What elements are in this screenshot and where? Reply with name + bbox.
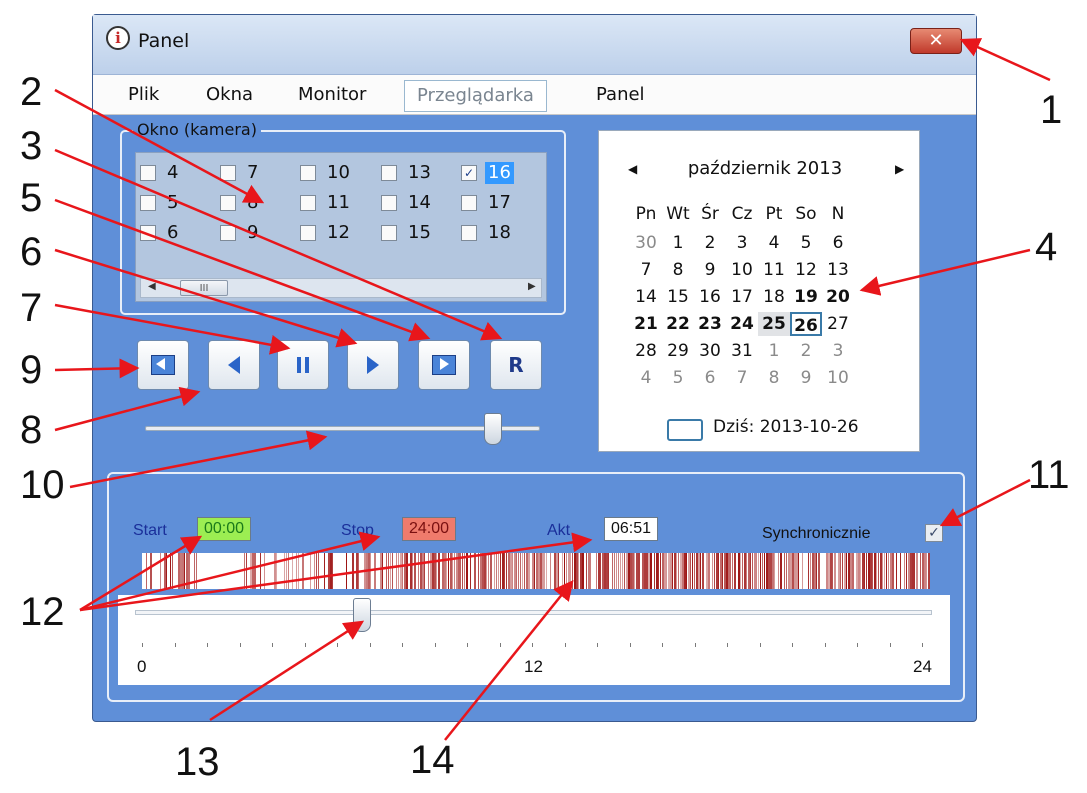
callout-14: 14	[410, 738, 455, 782]
callout-9: 9	[20, 348, 43, 392]
callout-7: 7	[20, 286, 43, 330]
callout-5: 5	[20, 176, 43, 220]
callout-1: 1	[1040, 88, 1063, 132]
callout-6: 6	[20, 230, 43, 274]
callout-3: 3	[20, 124, 43, 168]
callout-13: 13	[175, 740, 220, 784]
callout-8: 8	[20, 408, 43, 452]
callout-11: 11	[1028, 453, 1070, 497]
callout-12: 12	[20, 590, 65, 634]
callout-4: 4	[1035, 225, 1058, 269]
annotation-arrows	[54, 38, 1051, 741]
callout-10: 10	[20, 463, 65, 507]
callout-2: 2	[20, 70, 43, 114]
